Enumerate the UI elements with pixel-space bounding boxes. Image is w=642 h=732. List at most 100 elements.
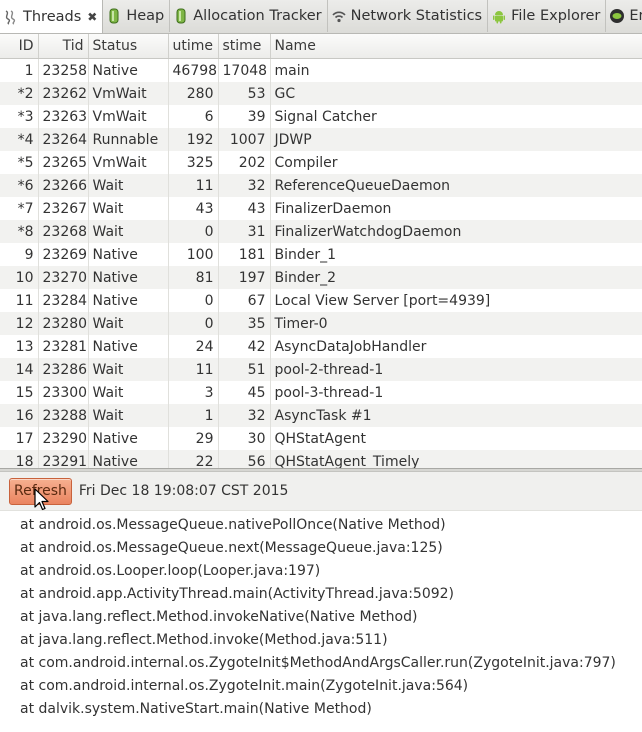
cell-tid: 23284 [38,289,89,312]
cell-status: Wait [88,220,169,243]
network-wifi-icon [331,8,347,24]
tab-bar: Threads ✖ Heap Allocation Tracker Networ… [0,0,642,34]
tab-allocation-tracker[interactable]: Allocation Tracker [170,0,328,32]
cell-tid: 23267 [38,197,89,220]
cell-stime: 43 [218,197,271,220]
cell-utime: 81 [168,266,219,289]
tab-file-explorer[interactable]: File Explorer [488,0,607,32]
cell-stime: 53 [218,82,271,105]
table-row[interactable]: 14 23286 Wait 11 51 pool-2-thread-1 [0,358,642,381]
table-row[interactable]: 11 23284 Native 0 67 Local View Server [port=… [0,289,642,312]
cell-utime: 192 [168,128,219,151]
cell-name: JDWP [270,128,642,151]
cell-utime: 46798 [168,58,219,82]
detail-toolbar: Refresh Fri Dec 18 19:08:07 CST 2015 [0,472,642,511]
stack-trace-line: at android.os.MessageQueue.nativePollOnc… [20,517,446,533]
column-header-id[interactable]: ID [0,34,39,59]
table-row[interactable]: 9 23269 Native 100 181 Binder_1 [0,243,642,266]
threads-table: ID Tid Status utime stime Name 1 23258 Nat… [0,34,642,468]
cell-id: 11 [0,289,39,312]
tab-network-statistics[interactable]: Network Statistics [328,0,489,32]
column-header-stime[interactable]: stime [218,34,271,59]
table-row[interactable]: 12 23280 Wait 0 35 Timer-0 [0,312,642,335]
cell-name: Signal Catcher [270,105,642,128]
allocation-tracker-icon [173,8,189,24]
cell-stime: 56 [218,450,271,468]
table-row[interactable]: 1 23258 Native 46798 17048 main [0,58,642,82]
cell-id: 18 [0,450,39,468]
table-row[interactable]: *4 23264 Runnable 192 1007 JDWP [0,128,642,151]
stack-trace-line: at android.os.MessageQueue.next(MessageQ… [20,540,443,556]
stack-trace-line: at com.android.internal.os.ZygoteInit$Me… [20,655,616,671]
cell-status: Native [88,243,169,266]
table-row[interactable]: 16 23288 Wait 1 32 AsyncTask #1 [0,404,642,427]
cell-stime: 32 [218,404,271,427]
cell-status: Native [88,427,169,450]
table-row[interactable]: *3 23263 VmWait 6 39 Signal Catcher [0,105,642,128]
column-header-name[interactable]: Name [270,34,642,59]
cell-tid: 23258 [38,58,89,82]
cell-stime: 181 [218,243,271,266]
close-icon[interactable]: ✖ [87,11,97,23]
cell-tid: 23270 [38,266,89,289]
cell-tid: 23264 [38,128,89,151]
tab-label: Threads [23,8,82,25]
cell-name: Binder_2 [270,266,642,289]
table-row[interactable]: 15 23300 Wait 3 45 pool-3-thread-1 [0,381,642,404]
cell-id: 17 [0,427,39,450]
mouse-pointer-icon [34,488,49,511]
tab-heap[interactable]: Heap [103,0,171,32]
refresh-timestamp: Fri Dec 18 19:08:07 CST 2015 [78,483,289,499]
cell-tid: 23300 [38,381,89,404]
cell-utime: 11 [168,174,219,197]
cell-id: 16 [0,404,39,427]
threads-table-container[interactable]: ID Tid Status utime stime Name 1 23258 Nat… [0,34,642,468]
table-row[interactable]: *8 23268 Wait 0 31 FinalizerWatchdogDaemon [0,220,642,243]
cell-tid: 23266 [38,174,89,197]
cell-stime: 35 [218,312,271,335]
tab-threads[interactable]: Threads ✖ [0,0,104,33]
cell-name: QHStatAgent [270,427,642,450]
cell-status: VmWait [88,105,169,128]
cell-name: Timer-0 [270,312,642,335]
table-row[interactable]: *5 23265 VmWait 325 202 Compiler [0,151,642,174]
cell-status: Wait [88,358,169,381]
table-row[interactable]: *7 23267 Wait 43 43 FinalizerDaemon [0,197,642,220]
cell-id: *2 [0,82,39,105]
table-row[interactable]: 17 23290 Native 29 30 QHStatAgent [0,427,642,450]
tab-label: Emul [629,8,642,24]
cell-stime: 42 [218,335,271,358]
stack-trace-line: at com.android.internal.os.ZygoteInit.ma… [20,678,469,694]
cell-name: AsyncDataJobHandler [270,335,642,358]
cell-utime: 100 [168,243,219,266]
column-header-tid[interactable]: Tid [38,34,89,59]
cell-stime: 31 [218,220,271,243]
cell-stime: 17048 [218,58,271,82]
cell-id: 9 [0,243,39,266]
cell-stime: 67 [218,289,271,312]
stack-trace-line: at java.lang.reflect.Method.invoke(Metho… [20,632,388,648]
tab-label: Network Statistics [350,8,483,24]
column-header-utime[interactable]: utime [168,34,219,59]
cell-utime: 3 [168,381,219,404]
table-row[interactable]: 10 23270 Native 81 197 Binder_2 [0,266,642,289]
cell-status: Native [88,289,169,312]
cell-status: Native [88,335,169,358]
cell-stime: 51 [218,358,271,381]
cell-id: 10 [0,266,39,289]
cell-id: *7 [0,197,39,220]
emulator-icon [609,8,625,24]
cell-tid: 23263 [38,105,89,128]
column-header-status[interactable]: Status [88,34,169,59]
stack-trace-line: at android.app.ActivityThread.main(Activ… [20,586,454,602]
table-row[interactable]: 13 23281 Native 24 42 AsyncDataJobHandler [0,335,642,358]
cell-utime: 1 [168,404,219,427]
table-row[interactable]: *6 23266 Wait 11 32 ReferenceQueueDaemon [0,174,642,197]
tab-emulator[interactable]: Emul [606,0,642,32]
cell-stime: 30 [218,427,271,450]
table-row[interactable]: 18 23291 Native 22 56 QHStatAgent_Timely [0,450,642,468]
cell-stime: 32 [218,174,271,197]
tab-label: File Explorer [511,8,601,24]
table-row[interactable]: *2 23262 VmWait 280 53 GC [0,82,642,105]
stack-trace-line: at java.lang.reflect.Method.invokeNative… [20,609,418,625]
